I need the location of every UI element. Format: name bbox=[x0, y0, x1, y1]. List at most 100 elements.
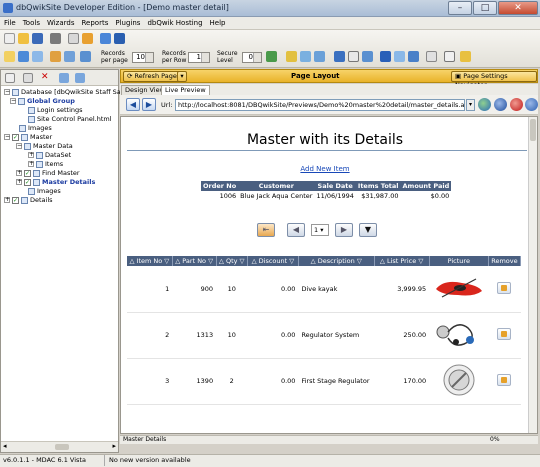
tree-item-global-group[interactable]: − Global Group bbox=[10, 97, 75, 105]
master-header-items-total[interactable]: Items Total bbox=[355, 181, 401, 191]
remove-row-button[interactable] bbox=[497, 328, 512, 340]
remove-row-button[interactable] bbox=[497, 281, 512, 294]
secure-level-spinner[interactable]: 0 bbox=[242, 52, 262, 63]
tree-item-dataset[interactable]: + DataSet bbox=[28, 151, 71, 159]
tree-item-images-global[interactable]: Images bbox=[19, 124, 52, 132]
master-customer: Blue Jack Aqua Center bbox=[240, 192, 313, 200]
globe-icon[interactable] bbox=[114, 33, 125, 44]
save-icon[interactable] bbox=[32, 33, 43, 44]
add-new-item-link[interactable]: Add New Item bbox=[121, 165, 529, 173]
detail-header-discount[interactable]: △ Discount ▽ bbox=[247, 256, 299, 266]
close-button[interactable]: ✕ bbox=[498, 1, 538, 15]
tree-item-database[interactable]: − Database [dbQwikSite Staff Samp bbox=[4, 88, 131, 96]
tool-b-icon[interactable] bbox=[18, 51, 29, 62]
layout-k-icon[interactable] bbox=[444, 51, 455, 62]
detail-header-qty[interactable]: △ Qty ▽ bbox=[216, 256, 248, 266]
remove-row-button[interactable] bbox=[497, 374, 512, 386]
tree-horizontal-scrollbar[interactable]: ◂ ▸ bbox=[1, 441, 118, 452]
last-page-icon[interactable]: ▼ bbox=[359, 223, 377, 237]
menu-reports[interactable]: Reports bbox=[78, 17, 112, 27]
apply-icon[interactable] bbox=[266, 51, 277, 62]
layout-b-icon[interactable] bbox=[300, 51, 311, 62]
tool-c-icon[interactable] bbox=[32, 51, 43, 62]
menu-wizards[interactable]: Wizards bbox=[43, 17, 78, 27]
tree-move-down-icon[interactable] bbox=[75, 73, 85, 83]
master-header-amount-paid[interactable]: Amount Paid bbox=[400, 181, 452, 191]
settings-icon bbox=[28, 106, 35, 114]
menu-plugins[interactable]: Plugins bbox=[111, 17, 143, 27]
layout-h-icon[interactable] bbox=[394, 51, 405, 62]
folder-icon[interactable] bbox=[82, 33, 93, 44]
go-globe-icon[interactable] bbox=[478, 98, 491, 111]
tree-add-icon[interactable] bbox=[5, 73, 15, 83]
page-settings-navigator-button[interactable]: ▣ Page Settings Navigator bbox=[451, 71, 537, 89]
tree-page-icon[interactable] bbox=[23, 73, 33, 83]
url-input[interactable]: http://localhost:8081/DBQwikSite/Preview… bbox=[175, 99, 465, 111]
tree-item-site-control-panel[interactable]: Site Control Panel.html bbox=[28, 115, 112, 123]
browser-vertical-scrollbar[interactable] bbox=[528, 117, 537, 433]
back-icon[interactable]: ◀ bbox=[126, 98, 140, 111]
refresh-dropdown-button[interactable]: ▾ bbox=[177, 71, 187, 82]
layout-j-icon[interactable] bbox=[426, 51, 437, 62]
tree-delete-icon[interactable]: ✕ bbox=[41, 73, 51, 83]
publish-icon[interactable] bbox=[50, 33, 61, 44]
preview-panel: ⟳ Refresh Page ▾ Page Layout ▣ Page Sett… bbox=[120, 69, 540, 453]
tool-e-icon[interactable] bbox=[64, 51, 75, 62]
layout-f-icon[interactable] bbox=[362, 51, 373, 62]
tree-item-login-settings[interactable]: Login settings bbox=[28, 106, 83, 114]
records-per-row-spinner[interactable]: 1 bbox=[188, 52, 210, 63]
refresh-page-button[interactable]: ⟳ Refresh Page bbox=[123, 71, 181, 82]
open-folder-icon[interactable] bbox=[18, 33, 29, 44]
detail-header-part-no[interactable]: △ Part No ▽ bbox=[172, 256, 217, 266]
stop-icon[interactable] bbox=[510, 98, 523, 111]
master-header-sale-date[interactable]: Sale Date bbox=[314, 181, 356, 191]
master-order-no: 1006 bbox=[219, 192, 237, 200]
menu-help[interactable]: Help bbox=[206, 17, 229, 27]
scroll-right-icon[interactable]: ▸ bbox=[112, 442, 116, 450]
detail-header-list-price[interactable]: △ List Price ▽ bbox=[374, 256, 430, 266]
tree-item-find-master[interactable]: + ✓ Find Master bbox=[16, 169, 80, 177]
tool-f-icon[interactable] bbox=[80, 51, 91, 62]
layout-d-icon[interactable] bbox=[334, 51, 345, 62]
tree-item-master-data[interactable]: − Master Data bbox=[16, 142, 73, 150]
tree-item-items[interactable]: + Items bbox=[28, 160, 63, 168]
page-icon[interactable] bbox=[68, 33, 79, 44]
menu-file[interactable]: File bbox=[0, 17, 19, 27]
new-icon[interactable] bbox=[4, 33, 15, 44]
page-select[interactable]: 1 ▾ bbox=[311, 224, 329, 236]
tree-item-details[interactable]: + ✓ Details bbox=[4, 196, 53, 204]
maximize-button[interactable]: □ bbox=[473, 1, 497, 15]
tool-d-icon[interactable] bbox=[50, 51, 61, 62]
tree-item-images-master[interactable]: Images bbox=[28, 187, 61, 195]
master-header-customer[interactable]: Customer bbox=[238, 181, 315, 191]
tool-a-icon[interactable] bbox=[4, 51, 15, 62]
tree-move-up-icon[interactable] bbox=[59, 73, 69, 83]
layout-g-icon[interactable] bbox=[380, 51, 391, 62]
layout-e-icon[interactable] bbox=[348, 51, 359, 62]
home-icon[interactable] bbox=[525, 98, 538, 111]
detail-header-item-no[interactable]: △ Item No ▽ bbox=[127, 256, 173, 266]
tab-live-preview[interactable]: Live Preview bbox=[161, 85, 210, 95]
minimize-button[interactable]: – bbox=[448, 1, 472, 15]
records-per-page-spinner[interactable]: 10 bbox=[132, 52, 154, 63]
tree-item-master[interactable]: − ✓ Master bbox=[4, 133, 52, 141]
menu-tools[interactable]: Tools bbox=[19, 17, 43, 27]
url-dropdown-icon[interactable]: ▾ bbox=[466, 99, 475, 111]
next-page-icon[interactable]: ▶ bbox=[335, 223, 353, 237]
forward-icon[interactable]: ▶ bbox=[142, 98, 156, 111]
edit-icon[interactable] bbox=[460, 51, 471, 62]
layout-a-icon[interactable] bbox=[286, 51, 297, 62]
master-header-order-no[interactable]: Order No bbox=[201, 181, 239, 191]
layout-i-icon[interactable] bbox=[408, 51, 419, 62]
monitor-icon[interactable] bbox=[100, 33, 111, 44]
prev-page-icon[interactable]: ◀ bbox=[287, 223, 305, 237]
scroll-thumb[interactable] bbox=[530, 119, 536, 141]
detail-header-description[interactable]: △ Description ▽ bbox=[298, 256, 375, 266]
scroll-thumb[interactable] bbox=[55, 444, 69, 450]
layout-c-icon[interactable] bbox=[314, 51, 325, 62]
first-page-icon[interactable]: ⇤ bbox=[257, 223, 275, 237]
refresh-icon[interactable] bbox=[494, 98, 507, 111]
menu-hosting[interactable]: dbQwik Hosting bbox=[143, 17, 205, 27]
scroll-left-icon[interactable]: ◂ bbox=[3, 442, 7, 450]
tree-item-master-details[interactable]: + ✓ Master Details bbox=[16, 178, 95, 186]
